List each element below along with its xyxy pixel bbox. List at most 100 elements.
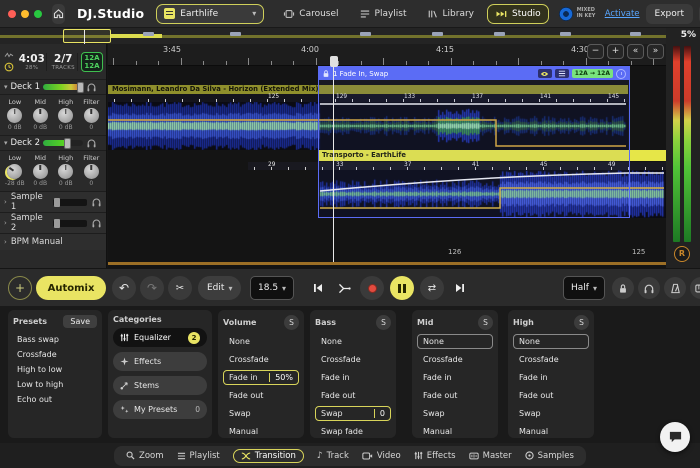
volume-option[interactable]: None	[223, 334, 299, 349]
loop-button[interactable]: ⇄	[420, 276, 444, 300]
preset-item[interactable]: Low to high	[13, 377, 97, 392]
maximize-window-button[interactable]	[34, 10, 42, 18]
overview-transition-marker[interactable]	[432, 32, 443, 36]
pause-button[interactable]	[390, 276, 414, 300]
overview-transition-marker[interactable]	[143, 32, 154, 36]
headphones-icon[interactable]	[86, 82, 97, 92]
deck2-mid-knob[interactable]	[33, 164, 48, 179]
bpm-manual-row[interactable]: › BPM Manual	[0, 234, 106, 250]
nav-library-button[interactable]: Library	[420, 4, 481, 24]
skip-to-start-button[interactable]	[306, 276, 330, 300]
tab-master[interactable]: Master	[469, 451, 512, 461]
overview-transition-marker[interactable]	[494, 32, 505, 36]
bass-option[interactable]: Swap fade	[315, 424, 391, 439]
mid-option[interactable]: Crossfade	[417, 352, 493, 367]
save-preset-button[interactable]: Save	[63, 315, 97, 328]
volume-option[interactable]: Swap	[223, 406, 299, 421]
zoom-out-button[interactable]: −	[587, 44, 604, 59]
mid-option[interactable]: Fade out	[417, 388, 493, 403]
automix-button[interactable]: Automix	[36, 276, 106, 300]
add-track-button[interactable]: +	[8, 276, 32, 300]
transition-region[interactable]: 1 Fade In, Swap 12A → 12A	[318, 66, 630, 218]
mix-overview-strip[interactable]	[0, 28, 666, 44]
mid-option[interactable]: None	[417, 334, 493, 349]
preset-item[interactable]: High to low	[13, 362, 97, 377]
mid-option[interactable]: Manual	[417, 424, 493, 439]
high-solo-button[interactable]: S	[574, 315, 589, 330]
mid-option[interactable]: Swap	[417, 406, 493, 421]
redo-button[interactable]: ↷	[140, 276, 164, 300]
deck2-header[interactable]: ▾ Deck 2	[0, 136, 106, 151]
lock-button[interactable]	[612, 277, 634, 299]
sample1-volume-slider[interactable]	[53, 199, 87, 206]
cut-button[interactable]: ✂	[168, 276, 192, 300]
overview-transition-marker[interactable]	[360, 32, 371, 36]
volume-option[interactable]: Fade in50%	[223, 370, 299, 385]
edit-dropdown[interactable]: Edit▾	[198, 276, 241, 300]
overview-viewport-box[interactable]	[63, 29, 111, 43]
high-option[interactable]: Swap	[513, 406, 589, 421]
split-transition-button[interactable]	[332, 276, 356, 300]
deck1-mid-knob[interactable]	[33, 108, 48, 123]
sample1-row[interactable]: › Sample 1	[0, 192, 106, 213]
headphones-icon[interactable]	[86, 138, 97, 148]
export-button[interactable]: Export	[646, 4, 693, 24]
deck1-low-knob[interactable]	[7, 108, 22, 123]
minimize-window-button[interactable]	[21, 10, 29, 18]
close-window-button[interactable]	[8, 10, 16, 18]
bass-option[interactable]: Fade out	[315, 388, 391, 403]
deck1-filter-knob[interactable]	[84, 108, 99, 123]
category-equalizer-button[interactable]: Equalizer 2	[113, 328, 207, 347]
preset-item[interactable]: Bass swap	[13, 332, 97, 347]
tab-zoom[interactable]: Zoom	[126, 451, 164, 461]
activate-link[interactable]: Activate	[605, 9, 640, 19]
undo-button[interactable]: ↶	[112, 276, 136, 300]
high-option[interactable]: Manual	[513, 424, 589, 439]
time-ruler[interactable]: 3:454:004:154:30	[108, 44, 666, 66]
visibility-button[interactable]	[538, 69, 552, 78]
transition-menu-button[interactable]	[555, 69, 569, 78]
bass-option[interactable]: Crossfade	[315, 352, 391, 367]
playhead-handle[interactable]	[330, 56, 338, 67]
project-selector[interactable]: Earthlife ▾	[156, 4, 264, 24]
nav-carousel-button[interactable]: Carousel	[276, 4, 345, 24]
record-arm-button[interactable]: R	[674, 246, 690, 262]
volume-solo-button[interactable]: S	[284, 315, 299, 330]
tab-effects[interactable]: Effects	[414, 451, 456, 461]
nav-playlist-button[interactable]: Playlist	[352, 4, 414, 24]
playhead[interactable]	[333, 56, 334, 262]
bass-option[interactable]: Swap0	[315, 406, 391, 421]
category-effects-button[interactable]: Effects	[113, 352, 207, 371]
category-stems-button[interactable]: Stems	[113, 376, 207, 395]
mid-solo-button[interactable]: S	[478, 315, 493, 330]
tempo-mode-dropdown[interactable]: Half▾	[563, 276, 605, 300]
category-my-presets-button[interactable]: My Presets 0	[113, 400, 207, 419]
skip-to-end-button[interactable]	[448, 276, 472, 300]
tab-transition[interactable]: Transition	[233, 449, 304, 463]
volume-option[interactable]: Fade out	[223, 388, 299, 403]
transition-header[interactable]: 1 Fade In, Swap 12A → 12A	[319, 67, 629, 80]
deck1-header[interactable]: ▾ Deck 1	[0, 80, 106, 95]
sample2-row[interactable]: › Sample 2	[0, 213, 106, 234]
deck2-filter-knob[interactable]	[84, 164, 99, 179]
clock-icon[interactable]	[616, 69, 626, 79]
headphones-icon[interactable]	[91, 218, 102, 228]
help-chat-button[interactable]	[660, 422, 690, 452]
horizontal-scrollbar[interactable]	[108, 262, 666, 265]
overview-transition-marker[interactable]	[560, 32, 571, 36]
cue-headphones-button[interactable]	[638, 277, 660, 299]
home-button[interactable]	[52, 4, 65, 24]
sample2-volume-slider[interactable]	[53, 220, 87, 227]
deck2-low-knob[interactable]	[7, 164, 22, 179]
deck1-volume-slider[interactable]	[43, 84, 83, 90]
headphones-icon[interactable]	[91, 197, 102, 207]
volume-option[interactable]: Manual	[223, 424, 299, 439]
high-option[interactable]: None	[513, 334, 589, 349]
tab-video[interactable]: Video	[362, 451, 401, 461]
high-option[interactable]: Crossfade	[513, 352, 589, 367]
deck2-volume-slider[interactable]	[43, 140, 83, 146]
jump-forward-button[interactable]: »	[647, 44, 664, 59]
record-button[interactable]	[360, 276, 384, 300]
preset-item[interactable]: Crossfade	[13, 347, 97, 362]
high-option[interactable]: Fade in	[513, 370, 589, 385]
